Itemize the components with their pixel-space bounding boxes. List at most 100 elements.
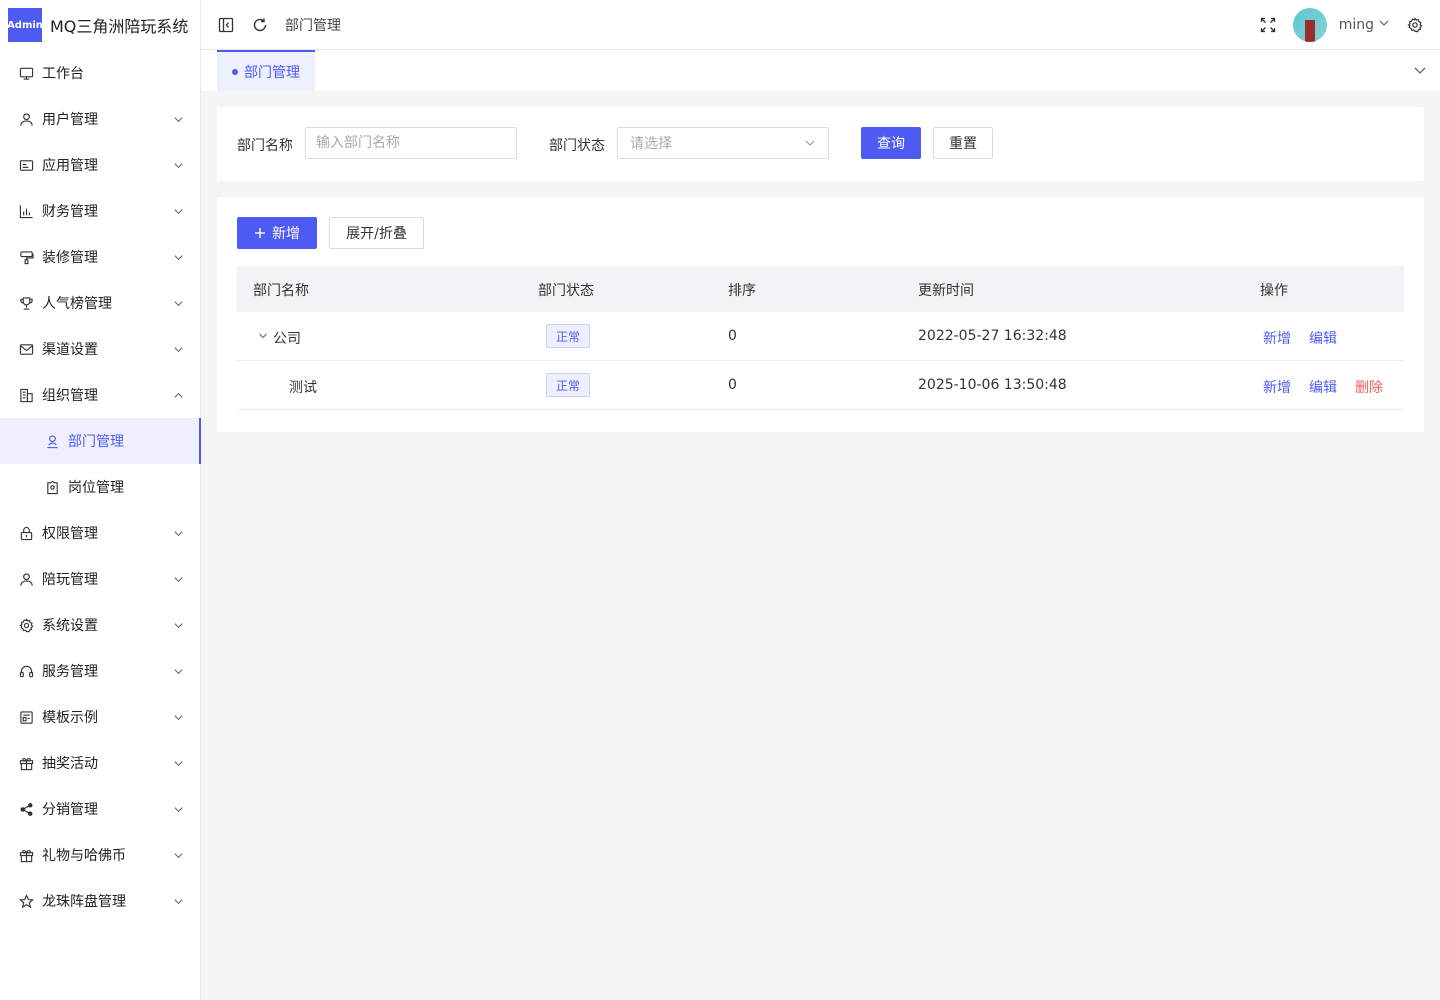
col-sort: 排序 xyxy=(728,283,756,299)
app-title: MQ三角洲陪玩系统 xyxy=(50,17,189,36)
chevron-up-icon xyxy=(172,389,184,401)
sidebar-item-perm[interactable]: 权限管理 xyxy=(0,510,200,556)
app-icon xyxy=(18,157,34,173)
sidebar-item-label: 抽奖活动 xyxy=(42,756,98,772)
dept-name-label: 部门名称 xyxy=(237,138,293,154)
chevron-down-icon xyxy=(172,757,184,769)
sidebar-item-ranking[interactable]: 人气榜管理 xyxy=(0,280,200,326)
dept-status-select[interactable]: 请选择 xyxy=(617,127,829,159)
dept-name: 测试 xyxy=(289,380,317,396)
sidebar-item-label: 分销管理 xyxy=(42,802,98,818)
col-actions: 操作 xyxy=(1260,283,1288,299)
star-icon xyxy=(18,893,34,909)
sidebar-item-lottery[interactable]: 抽奖活动 xyxy=(0,740,200,786)
dept-name-input[interactable] xyxy=(305,127,517,159)
template-icon xyxy=(18,709,34,725)
dept-name: 公司 xyxy=(273,331,301,347)
user-icon xyxy=(18,571,34,587)
table-row: 测试 正常 0 2025-10-06 13:50:48 新增 编辑 删除 xyxy=(237,361,1404,410)
table-header: 部门名称 部门状态 排序 更新时间 操作 xyxy=(237,266,1404,312)
tab-dept[interactable]: 部门管理 xyxy=(217,50,315,91)
sidebar-item-workbench[interactable]: 工作台 xyxy=(0,50,200,96)
gear-icon[interactable] xyxy=(1406,16,1424,34)
collapse-sidebar-icon[interactable] xyxy=(217,16,235,34)
chevron-down-icon xyxy=(172,297,184,309)
query-button[interactable]: 查询 xyxy=(861,127,921,159)
sidebar-item-template[interactable]: 模板示例 xyxy=(0,694,200,740)
add-dept-button[interactable]: 新增 xyxy=(237,217,317,249)
chevron-down-icon xyxy=(172,803,184,815)
sidebar-item-post[interactable]: 岗位管理 xyxy=(0,464,200,510)
chevron-down-icon[interactable] xyxy=(1412,62,1428,78)
username[interactable]: ming xyxy=(1339,17,1374,33)
sidebar-item-label: 龙珠阵盘管理 xyxy=(42,894,126,910)
col-dept-name: 部门名称 xyxy=(253,283,309,299)
sidebar-item-user[interactable]: 用户管理 xyxy=(0,96,200,142)
sidebar-item-channel[interactable]: 渠道设置 xyxy=(0,326,200,372)
share-icon xyxy=(18,801,34,817)
sidebar-item-finance[interactable]: 财务管理 xyxy=(0,188,200,234)
chevron-down-icon xyxy=(172,159,184,171)
search-panel: 部门名称 部门状态 请选择 查询 重置 xyxy=(217,107,1424,181)
chevron-down-icon xyxy=(172,895,184,907)
delete-link[interactable]: 删除 xyxy=(1355,377,1383,397)
updated-time: 2022-05-27 16:32:48 xyxy=(918,328,1067,344)
chevron-down-icon[interactable] xyxy=(257,330,269,342)
sort-value: 0 xyxy=(728,377,737,393)
gift-icon xyxy=(18,847,34,863)
chart-icon xyxy=(18,203,34,219)
active-dot-icon xyxy=(232,68,238,75)
col-dept-status: 部门状态 xyxy=(538,283,594,299)
sidebar-item-dragonball[interactable]: 龙珠阵盘管理 xyxy=(0,878,200,924)
fullscreen-icon[interactable] xyxy=(1259,16,1277,34)
sidebar-item-label: 服务管理 xyxy=(42,664,98,680)
sidebar-item-label: 系统设置 xyxy=(42,618,98,634)
table-panel: 新增 展开/折叠 部门名称 部门状态 排序 更新时间 操作 公司 正常 0 20… xyxy=(217,197,1424,432)
chevron-down-icon xyxy=(172,205,184,217)
sidebar: Admin MQ三角洲陪玩系统 工作台 用户管理 应用管理 财务管理 装修管理 人气榜管理… xyxy=(0,0,201,1000)
reset-button[interactable]: 重置 xyxy=(933,127,993,159)
sidebar-item-gift[interactable]: 礼物与哈佛币 xyxy=(0,832,200,878)
mail-icon xyxy=(18,341,34,357)
col-updated: 更新时间 xyxy=(918,283,974,299)
chevron-down-icon[interactable] xyxy=(1378,17,1390,33)
sidebar-item-companion[interactable]: 陪玩管理 xyxy=(0,556,200,602)
user-icon xyxy=(18,111,34,127)
status-badge: 正常 xyxy=(546,373,591,397)
edit-link[interactable]: 编辑 xyxy=(1309,328,1337,348)
sidebar-item-label: 陪玩管理 xyxy=(42,572,98,588)
sidebar-item-label: 岗位管理 xyxy=(68,480,124,496)
chevron-down-icon xyxy=(172,343,184,355)
sidebar-item-org[interactable]: 组织管理 xyxy=(0,372,200,418)
tabs-bar: 部门管理 xyxy=(201,50,1440,91)
table-row: 公司 正常 0 2022-05-27 16:32:48 新增 编辑 xyxy=(237,312,1404,361)
sidebar-item-service[interactable]: 服务管理 xyxy=(0,648,200,694)
avatar[interactable] xyxy=(1292,7,1327,42)
monitor-icon xyxy=(18,65,34,81)
gear-icon xyxy=(18,617,34,633)
chevron-down-icon xyxy=(172,251,184,263)
sidebar-item-distribution[interactable]: 分销管理 xyxy=(0,786,200,832)
chevron-down-icon xyxy=(172,849,184,861)
building-icon xyxy=(18,387,34,403)
expand-collapse-button[interactable]: 展开/折叠 xyxy=(329,217,424,249)
sidebar-item-decor[interactable]: 装修管理 xyxy=(0,234,200,280)
badge-icon xyxy=(44,479,60,495)
sidebar-item-label: 组织管理 xyxy=(42,388,98,404)
sidebar-item-label: 部门管理 xyxy=(68,434,124,450)
add-child-link[interactable]: 新增 xyxy=(1263,328,1291,348)
add-child-link[interactable]: 新增 xyxy=(1263,377,1291,397)
sidebar-item-system[interactable]: 系统设置 xyxy=(0,602,200,648)
sidebar-menu: 工作台 用户管理 应用管理 财务管理 装修管理 人气榜管理渠道设置组织管理部门管理岗位管理… xyxy=(0,50,201,924)
sidebar-item-label: 渠道设置 xyxy=(42,342,98,358)
chevron-down-icon xyxy=(172,711,184,723)
gift-icon xyxy=(18,755,34,771)
logo[interactable]: Admin MQ三角洲陪玩系统 xyxy=(0,0,200,50)
edit-link[interactable]: 编辑 xyxy=(1309,377,1337,397)
sidebar-item-app[interactable]: 应用管理 xyxy=(0,142,200,188)
chevron-down-icon xyxy=(172,619,184,631)
headset-icon xyxy=(18,663,34,679)
header-right: ming xyxy=(1259,7,1424,42)
refresh-icon[interactable] xyxy=(251,16,269,34)
sidebar-item-dept[interactable]: 部门管理 xyxy=(0,418,201,464)
